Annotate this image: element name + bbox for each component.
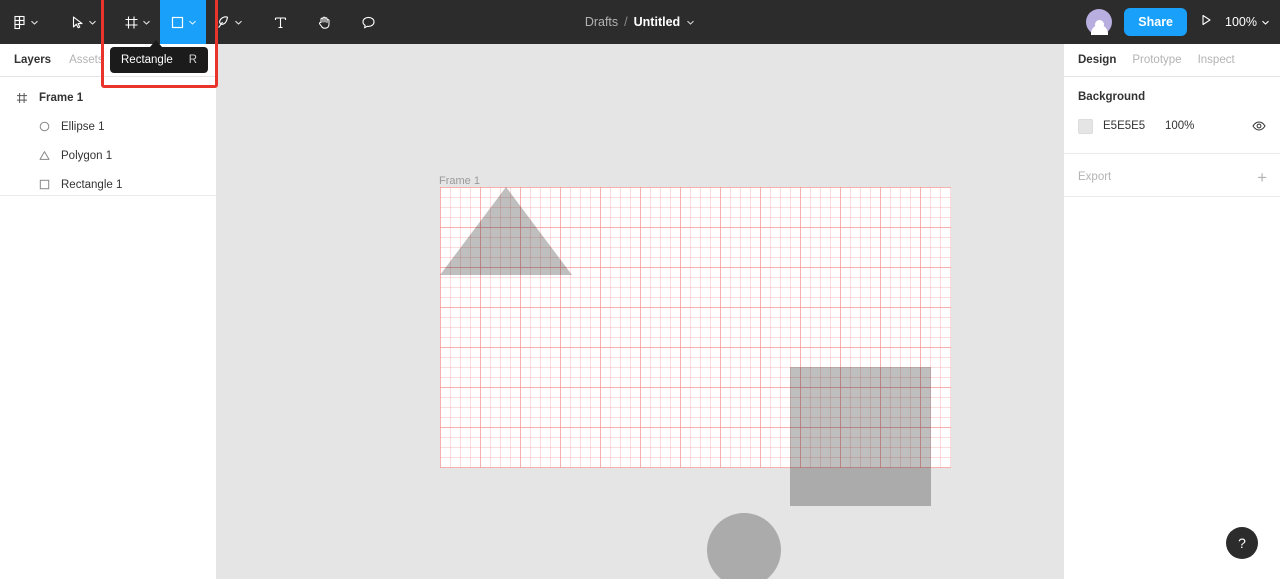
add-export-button[interactable]: + [1257, 169, 1267, 186]
chevron-down-icon [30, 18, 39, 27]
shape-tool-tooltip: Rectangle R [110, 47, 209, 73]
move-tool-button[interactable] [60, 0, 106, 44]
figma-logo-icon [12, 15, 27, 30]
chevron-down-icon [88, 18, 97, 27]
export-section-title: Export [1078, 171, 1112, 183]
chevron-down-icon [234, 18, 243, 27]
tab-prototype[interactable]: Prototype [1132, 54, 1181, 66]
left-sidebar: Layers Assets Frame 1 Ellipse 1 Polygon … [0, 44, 217, 579]
main-menu-button[interactable] [2, 0, 48, 44]
right-panel-tabs: Design Prototype Inspect [1064, 44, 1280, 77]
polygon-icon [36, 148, 52, 164]
layer-label: Ellipse 1 [61, 120, 105, 133]
toolbar-tools-group [0, 0, 390, 44]
frame-1[interactable] [440, 187, 951, 579]
canvas-area[interactable]: Frame 1 [217, 44, 1063, 579]
frame-label[interactable]: Frame 1 [439, 175, 480, 187]
layer-label: Frame 1 [39, 91, 84, 104]
canvas-shape-ellipse-1[interactable] [707, 513, 781, 579]
frame-icon [14, 90, 30, 106]
breadcrumb-separator: / [624, 15, 628, 29]
frame-tool-button[interactable] [114, 0, 160, 44]
tooltip-shortcut: R [188, 54, 198, 66]
divider [1064, 153, 1280, 154]
play-icon [1199, 13, 1213, 32]
rectangle-icon [170, 15, 185, 30]
avatar[interactable] [1086, 9, 1113, 35]
zoom-level-label: 100% [1225, 15, 1257, 29]
layer-item-frame-1[interactable]: Frame 1 [0, 83, 216, 112]
divider [1064, 196, 1280, 197]
present-button[interactable] [1199, 13, 1213, 32]
background-section-title: Background [1078, 91, 1146, 103]
ellipse-icon [36, 119, 52, 135]
chevron-down-icon[interactable] [686, 18, 695, 27]
tooltip-label: Rectangle [121, 54, 173, 66]
pen-tool-button[interactable] [206, 0, 252, 44]
tab-design[interactable]: Design [1078, 54, 1116, 66]
layer-item-ellipse-1[interactable]: Ellipse 1 [0, 112, 216, 141]
divider [0, 195, 217, 196]
frame-icon [124, 15, 139, 30]
canvas-shape-rectangle-1[interactable] [790, 367, 931, 506]
comment-tool-button[interactable] [346, 0, 390, 44]
breadcrumb-file-name[interactable]: Untitled [634, 15, 681, 29]
layer-label: Rectangle 1 [61, 178, 123, 191]
background-section: Background E5E5E5 100% [1064, 77, 1280, 136]
tab-layers[interactable]: Layers [14, 54, 51, 66]
rectangle-icon [36, 177, 52, 193]
figma-app-window: Drafts / Untitled Share 100% Layers Asse… [0, 0, 1280, 579]
layers-list: Frame 1 Ellipse 1 Polygon 1 Rectangle 1 [0, 77, 216, 199]
tab-assets[interactable]: Assets [69, 54, 104, 66]
tab-inspect[interactable]: Inspect [1198, 54, 1235, 66]
hand-icon [317, 15, 332, 30]
eye-icon[interactable] [1252, 119, 1266, 133]
background-opacity-value[interactable]: 100% [1165, 120, 1211, 132]
pen-icon [216, 15, 231, 30]
canvas-shape-polygon-1[interactable] [440, 187, 572, 275]
right-sidebar: Design Prototype Inspect Background E5E5… [1063, 44, 1280, 579]
layer-label: Polygon 1 [61, 149, 113, 162]
cursor-arrow-icon [70, 15, 85, 30]
color-swatch[interactable] [1078, 118, 1093, 134]
help-button[interactable]: ? [1226, 527, 1258, 559]
top-toolbar: Drafts / Untitled Share 100% [0, 0, 1280, 44]
export-section: Export + [1064, 162, 1280, 192]
zoom-level-control[interactable]: 100% [1225, 15, 1270, 29]
chevron-down-icon [188, 18, 197, 27]
text-tool-button[interactable] [258, 0, 302, 44]
text-icon [273, 15, 288, 30]
toolbar-right-group: Share 100% [1086, 0, 1270, 44]
chevron-down-icon [1261, 18, 1270, 27]
shape-tool-button[interactable] [160, 0, 206, 44]
background-color-row: E5E5E5 100% [1078, 116, 1266, 136]
breadcrumb-project[interactable]: Drafts [585, 15, 618, 29]
comment-icon [361, 15, 376, 30]
hand-tool-button[interactable] [302, 0, 346, 44]
chevron-down-icon [142, 18, 151, 27]
layer-item-polygon-1[interactable]: Polygon 1 [0, 141, 216, 170]
share-button[interactable]: Share [1124, 8, 1188, 36]
background-hex-value[interactable]: E5E5E5 [1103, 120, 1165, 132]
tooltip-arrow [150, 40, 162, 47]
